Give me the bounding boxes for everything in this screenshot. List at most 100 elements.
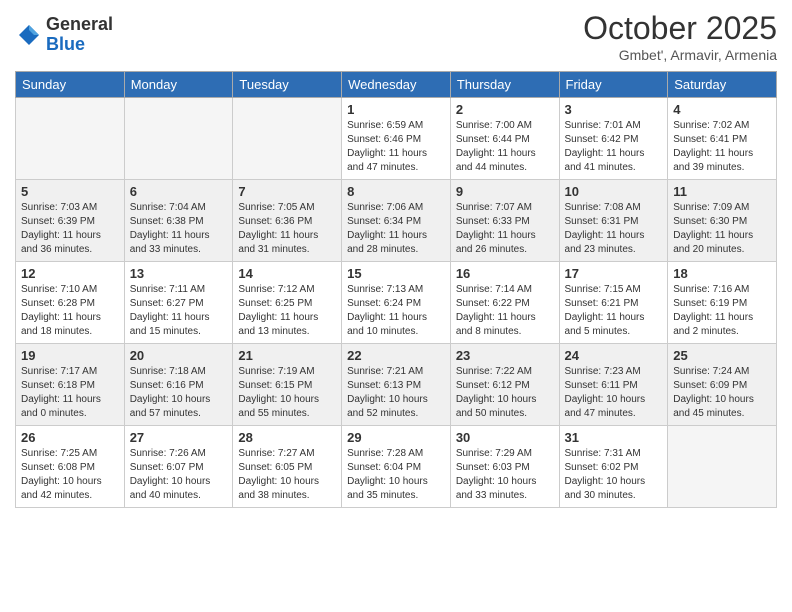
calendar-header-row: Sunday Monday Tuesday Wednesday Thursday… <box>16 72 777 98</box>
day-info: Sunrise: 7:11 AM Sunset: 6:27 PM Dayligh… <box>130 283 228 339</box>
calendar-week-row: 19 Sunrise: 7:17 AM Sunset: 6:18 PM Dayli… <box>16 344 777 426</box>
day-number: 8 <box>347 184 445 199</box>
calendar-cell: 31 Sunrise: 7:31 AM Sunset: 6:02 PM Dayli… <box>559 426 668 508</box>
calendar-cell: 12Sunrise: 7:10 AM Sunset: 6:28 PM Dayli… <box>16 262 125 344</box>
calendar-week-row: 5 Sunrise: 7:03 AM Sunset: 6:39 PM Daylig… <box>16 180 777 262</box>
day-number: 22 <box>347 348 445 363</box>
day-info: Sunrise: 7:25 AM Sunset: 6:08 PM Dayligh… <box>21 447 119 503</box>
calendar-cell: 16Sunrise: 7:14 AM Sunset: 6:22 PM Dayli… <box>450 262 559 344</box>
day-number: 23 <box>456 348 554 363</box>
day-info: Sunrise: 7:13 AM Sunset: 6:24 PM Dayligh… <box>347 283 445 339</box>
day-info: Sunrise: 6:59 AM Sunset: 6:46 PM Dayligh… <box>347 119 445 175</box>
day-number: 15 <box>347 266 445 281</box>
day-number: 24 <box>565 348 663 363</box>
calendar-cell: 23 Sunrise: 7:22 AM Sunset: 6:12 PM Dayli… <box>450 344 559 426</box>
calendar-cell: 13Sunrise: 7:11 AM Sunset: 6:27 PM Dayli… <box>124 262 233 344</box>
day-info: Sunrise: 7:18 AM Sunset: 6:16 PM Dayligh… <box>130 365 228 421</box>
day-info: Sunrise: 7:22 AM Sunset: 6:12 PM Dayligh… <box>456 365 554 421</box>
day-info: Sunrise: 7:24 AM Sunset: 6:09 PM Dayligh… <box>673 365 771 421</box>
day-number: 29 <box>347 430 445 445</box>
day-info: Sunrise: 7:19 AM Sunset: 6:15 PM Dayligh… <box>238 365 336 421</box>
title-block: October 2025 Gmbet', Armavir, Armenia <box>583 10 777 63</box>
day-number: 31 <box>565 430 663 445</box>
day-info: Sunrise: 7:02 AM Sunset: 6:41 PM Dayligh… <box>673 119 771 175</box>
day-number: 4 <box>673 102 771 117</box>
month-title: October 2025 <box>583 10 777 47</box>
day-info: Sunrise: 7:05 AM Sunset: 6:36 PM Dayligh… <box>238 201 336 257</box>
day-number: 28 <box>238 430 336 445</box>
col-friday: Friday <box>559 72 668 98</box>
day-number: 9 <box>456 184 554 199</box>
day-number: 7 <box>238 184 336 199</box>
day-info: Sunrise: 7:15 AM Sunset: 6:21 PM Dayligh… <box>565 283 663 339</box>
day-number: 18 <box>673 266 771 281</box>
calendar-cell: 2 Sunrise: 7:00 AM Sunset: 6:44 PM Daylig… <box>450 98 559 180</box>
logo-blue-text: Blue <box>46 35 113 55</box>
calendar-cell <box>668 426 777 508</box>
day-number: 17 <box>565 266 663 281</box>
day-info: Sunrise: 7:26 AM Sunset: 6:07 PM Dayligh… <box>130 447 228 503</box>
day-number: 25 <box>673 348 771 363</box>
day-number: 5 <box>21 184 119 199</box>
day-number: 16 <box>456 266 554 281</box>
day-number: 21 <box>238 348 336 363</box>
calendar-cell: 3 Sunrise: 7:01 AM Sunset: 6:42 PM Daylig… <box>559 98 668 180</box>
day-info: Sunrise: 7:10 AM Sunset: 6:28 PM Dayligh… <box>21 283 119 339</box>
day-info: Sunrise: 7:00 AM Sunset: 6:44 PM Dayligh… <box>456 119 554 175</box>
calendar-cell: 30Sunrise: 7:29 AM Sunset: 6:03 PM Dayli… <box>450 426 559 508</box>
day-info: Sunrise: 7:03 AM Sunset: 6:39 PM Dayligh… <box>21 201 119 257</box>
logo-general-text: General <box>46 15 113 35</box>
calendar-cell: 6 Sunrise: 7:04 AM Sunset: 6:38 PM Daylig… <box>124 180 233 262</box>
calendar-cell: 21 Sunrise: 7:19 AM Sunset: 6:15 PM Dayli… <box>233 344 342 426</box>
calendar-table: Sunday Monday Tuesday Wednesday Thursday… <box>15 71 777 508</box>
calendar-cell: 22Sunrise: 7:21 AM Sunset: 6:13 PM Dayli… <box>342 344 451 426</box>
day-info: Sunrise: 7:06 AM Sunset: 6:34 PM Dayligh… <box>347 201 445 257</box>
logo-icon <box>15 21 43 49</box>
calendar-cell: 4 Sunrise: 7:02 AM Sunset: 6:41 PM Daylig… <box>668 98 777 180</box>
calendar-cell <box>124 98 233 180</box>
calendar-week-row: 12Sunrise: 7:10 AM Sunset: 6:28 PM Dayli… <box>16 262 777 344</box>
logo-text: General Blue <box>46 15 113 55</box>
page: General Blue October 2025 Gmbet', Armavi… <box>0 0 792 612</box>
day-info: Sunrise: 7:23 AM Sunset: 6:11 PM Dayligh… <box>565 365 663 421</box>
day-info: Sunrise: 7:12 AM Sunset: 6:25 PM Dayligh… <box>238 283 336 339</box>
calendar-cell: 9Sunrise: 7:07 AM Sunset: 6:33 PM Daylig… <box>450 180 559 262</box>
calendar-cell: 26Sunrise: 7:25 AM Sunset: 6:08 PM Dayli… <box>16 426 125 508</box>
day-info: Sunrise: 7:08 AM Sunset: 6:31 PM Dayligh… <box>565 201 663 257</box>
day-info: Sunrise: 7:16 AM Sunset: 6:19 PM Dayligh… <box>673 283 771 339</box>
calendar-cell: 27 Sunrise: 7:26 AM Sunset: 6:07 PM Dayli… <box>124 426 233 508</box>
day-info: Sunrise: 7:31 AM Sunset: 6:02 PM Dayligh… <box>565 447 663 503</box>
header: General Blue October 2025 Gmbet', Armavi… <box>15 10 777 63</box>
calendar-cell <box>16 98 125 180</box>
day-info: Sunrise: 7:04 AM Sunset: 6:38 PM Dayligh… <box>130 201 228 257</box>
day-info: Sunrise: 7:17 AM Sunset: 6:18 PM Dayligh… <box>21 365 119 421</box>
day-number: 10 <box>565 184 663 199</box>
calendar-week-row: 1 Sunrise: 6:59 AM Sunset: 6:46 PM Daylig… <box>16 98 777 180</box>
col-monday: Monday <box>124 72 233 98</box>
calendar-cell: 18 Sunrise: 7:16 AM Sunset: 6:19 PM Dayli… <box>668 262 777 344</box>
day-number: 6 <box>130 184 228 199</box>
day-number: 19 <box>21 348 119 363</box>
day-number: 2 <box>456 102 554 117</box>
calendar-cell: 7 Sunrise: 7:05 AM Sunset: 6:36 PM Daylig… <box>233 180 342 262</box>
calendar-week-row: 26Sunrise: 7:25 AM Sunset: 6:08 PM Dayli… <box>16 426 777 508</box>
calendar-cell: 29Sunrise: 7:28 AM Sunset: 6:04 PM Dayli… <box>342 426 451 508</box>
calendar-cell: 5 Sunrise: 7:03 AM Sunset: 6:39 PM Daylig… <box>16 180 125 262</box>
day-number: 27 <box>130 430 228 445</box>
calendar-cell: 28Sunrise: 7:27 AM Sunset: 6:05 PM Dayli… <box>233 426 342 508</box>
col-thursday: Thursday <box>450 72 559 98</box>
calendar-cell: 20 Sunrise: 7:18 AM Sunset: 6:16 PM Dayli… <box>124 344 233 426</box>
day-info: Sunrise: 7:01 AM Sunset: 6:42 PM Dayligh… <box>565 119 663 175</box>
col-wednesday: Wednesday <box>342 72 451 98</box>
calendar-cell: 14Sunrise: 7:12 AM Sunset: 6:25 PM Dayli… <box>233 262 342 344</box>
calendar-cell <box>233 98 342 180</box>
calendar-cell: 25 Sunrise: 7:24 AM Sunset: 6:09 PM Dayli… <box>668 344 777 426</box>
logo: General Blue <box>15 15 113 55</box>
day-number: 1 <box>347 102 445 117</box>
day-number: 3 <box>565 102 663 117</box>
day-number: 11 <box>673 184 771 199</box>
location-subtitle: Gmbet', Armavir, Armenia <box>583 47 777 63</box>
calendar-cell: 10 Sunrise: 7:08 AM Sunset: 6:31 PM Dayli… <box>559 180 668 262</box>
day-number: 20 <box>130 348 228 363</box>
calendar-cell: 19 Sunrise: 7:17 AM Sunset: 6:18 PM Dayli… <box>16 344 125 426</box>
